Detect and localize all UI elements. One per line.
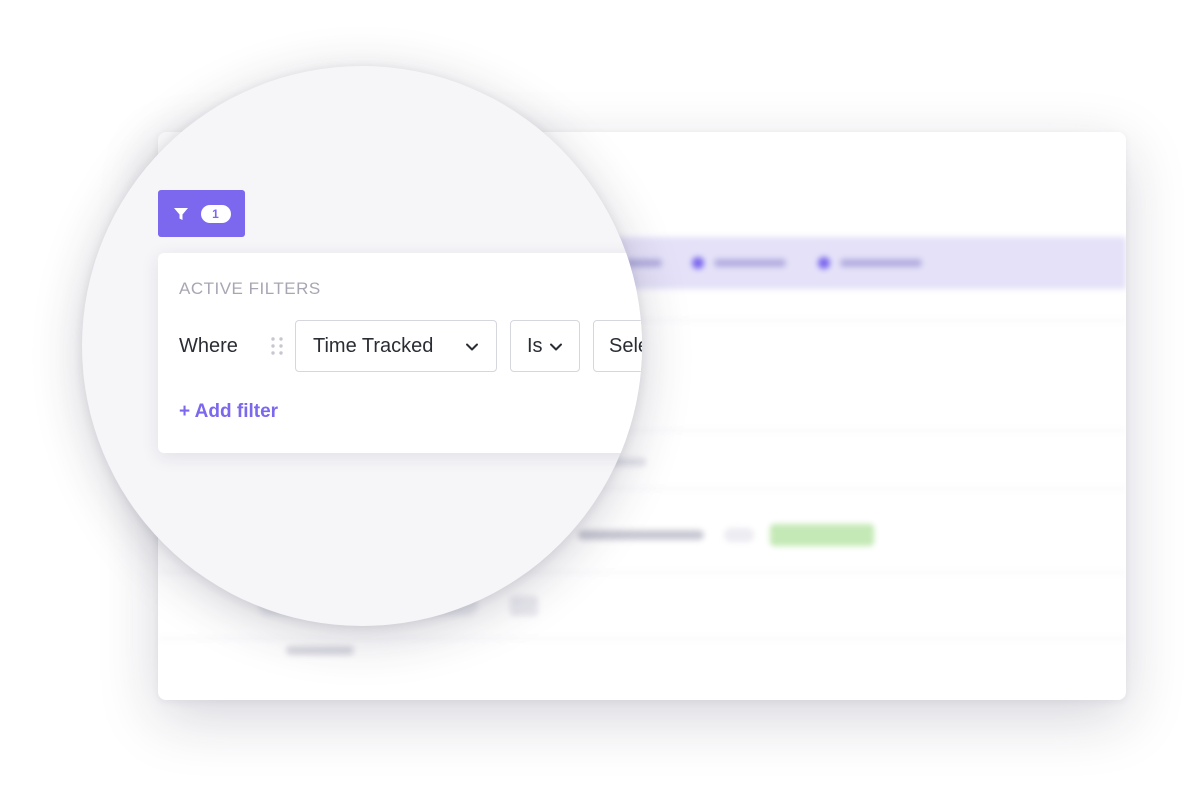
filter-value-select[interactable]: Sele xyxy=(593,320,642,372)
chevron-down-icon xyxy=(466,343,478,351)
magnifier-lens: 1 ACTIVE FILTERS Where Time Tracked Is S… xyxy=(82,66,642,626)
active-filter-count-badge: 1 xyxy=(200,204,231,223)
column-dot-icon xyxy=(692,257,704,269)
task-meta-placeholder xyxy=(724,528,754,542)
add-filter-button[interactable]: + Add filter xyxy=(179,401,278,423)
column-header-subtasks xyxy=(692,253,786,273)
filter-button[interactable]: 1 xyxy=(158,190,245,237)
filter-value-placeholder: Sele xyxy=(609,334,642,357)
column-dot-icon xyxy=(818,257,830,269)
panel-title: ACTIVE FILTERS xyxy=(179,279,321,298)
chevron-down-icon xyxy=(550,343,562,351)
drag-handle-icon[interactable] xyxy=(270,337,284,355)
where-label: Where xyxy=(179,335,238,357)
status-badge xyxy=(770,524,874,546)
magnified-content: 1 ACTIVE FILTERS Where Time Tracked Is S… xyxy=(82,66,642,626)
active-filters-panel: ACTIVE FILTERS Where Time Tracked Is Sel… xyxy=(158,253,642,453)
filter-field-select[interactable]: Time Tracked xyxy=(295,320,497,372)
filter-icon xyxy=(173,207,188,220)
filter-operator-value: Is xyxy=(527,334,543,357)
row-divider xyxy=(158,638,1126,639)
filter-field-value: Time Tracked xyxy=(313,334,434,357)
app-stage: 1 ACTIVE FILTERS Where Time Tracked Is S… xyxy=(0,0,1200,800)
filter-operator-select[interactable]: Is xyxy=(510,320,580,372)
new-task-placeholder xyxy=(286,646,354,655)
column-header-checklists xyxy=(818,253,922,273)
